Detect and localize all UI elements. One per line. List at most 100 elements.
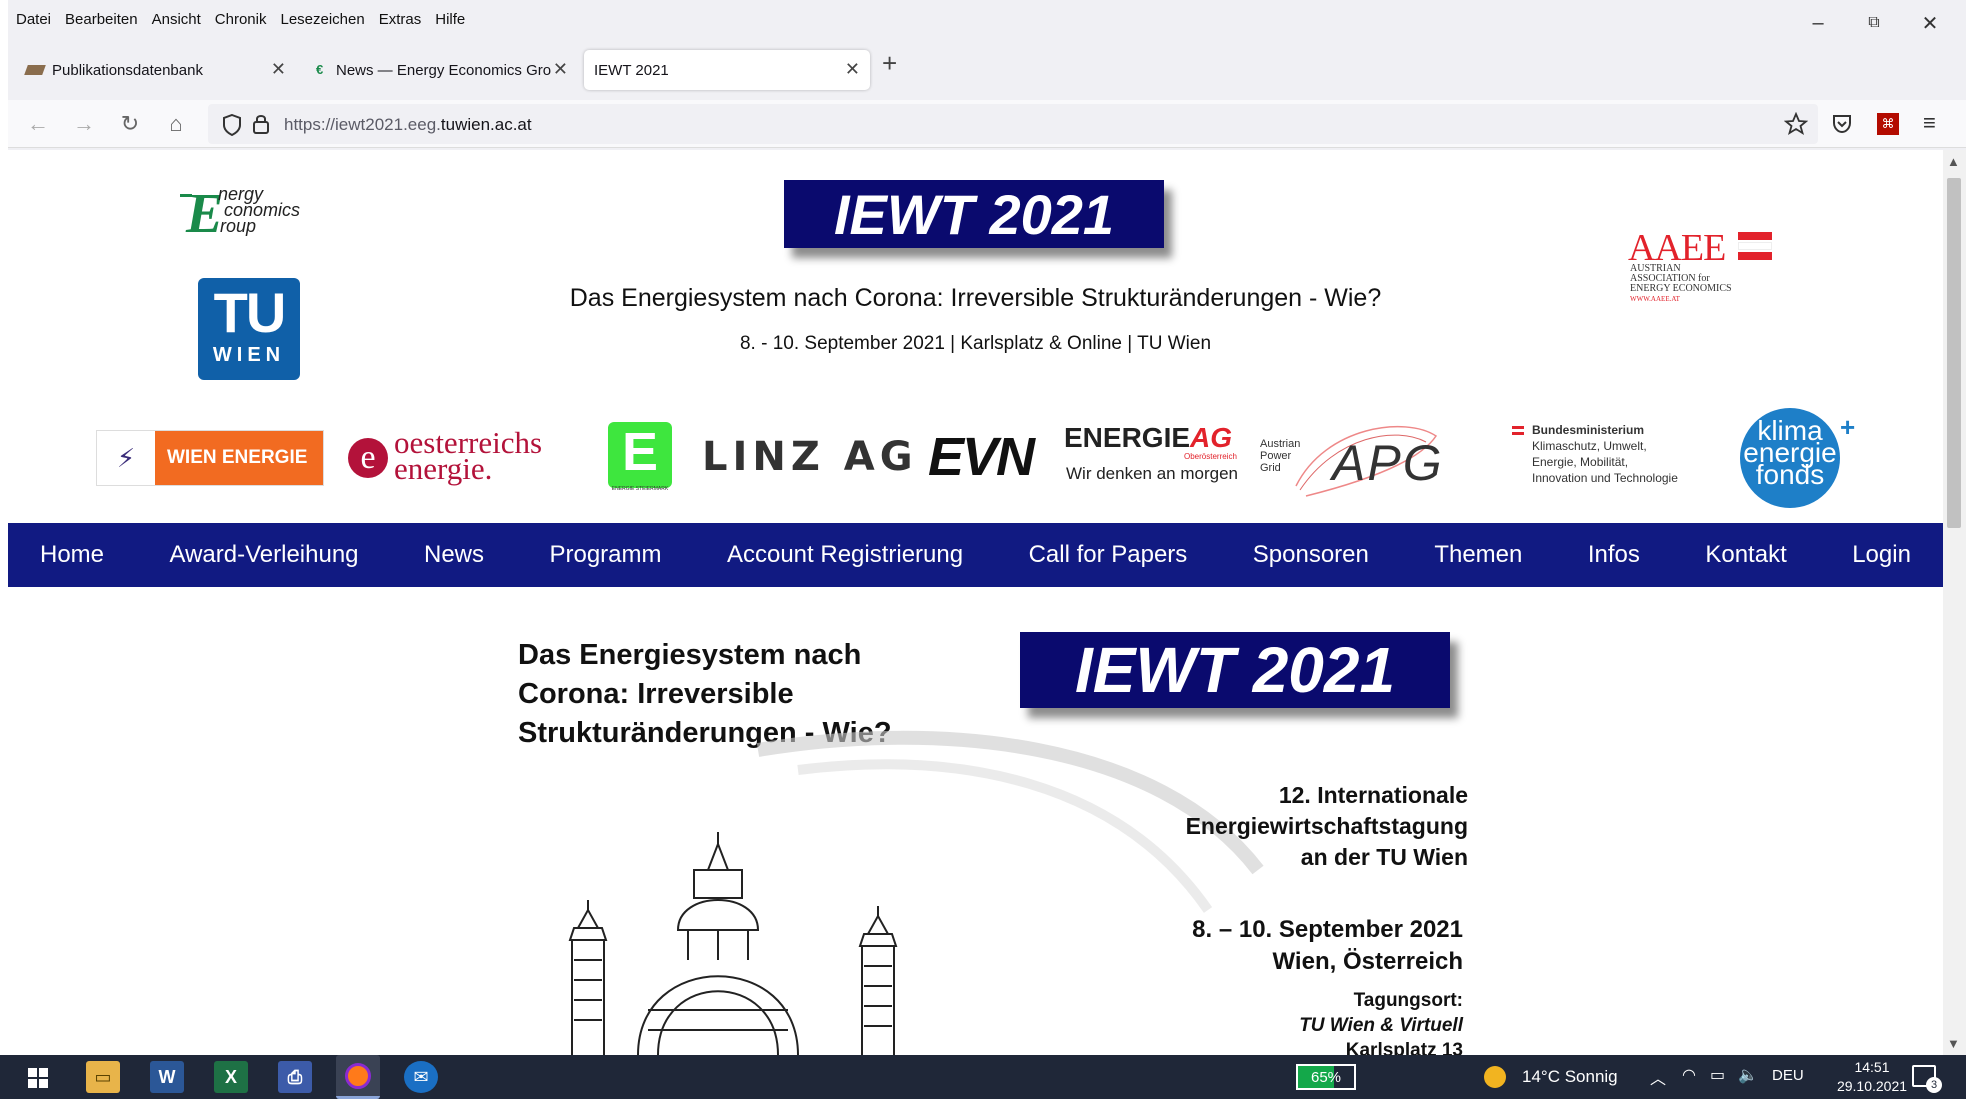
nav-infos[interactable]: Infos [1588, 541, 1640, 569]
tab-news-eeg[interactable]: € News — Energy Economics Gro ✕ [306, 50, 578, 90]
restore-button[interactable]: ⧉ [1854, 6, 1894, 40]
scrollbar-thumb[interactable] [1947, 178, 1961, 528]
nav-programm[interactable]: Programm [549, 541, 661, 569]
sponsor-evn[interactable]: EVN [928, 426, 1035, 488]
eeg-logo-text: nergy conomics roup [218, 184, 301, 236]
windows-taskbar: ▭ W X ⎙ ✉ 65% 14°C Sonnig ︿ ◠ ▭ 🔈 DEU 14… [0, 1055, 1966, 1099]
sponsor-energie-steiermark[interactable]: E [608, 422, 672, 488]
energie-ag-slogan: Wir denken an morgen [1066, 464, 1238, 483]
bookmark-star-icon[interactable] [1784, 112, 1808, 136]
url-bar[interactable]: https://iewt2021.eeg.tuwien.ac.at [208, 104, 1818, 144]
sponsor-bundesministerium[interactable]: Bundesministerium Klimaschutz, Umwelt, E… [1512, 422, 1732, 492]
apg-small-text: Austrian Power Grid [1260, 438, 1301, 474]
nav-call-for-papers[interactable]: Call for Papers [1029, 541, 1188, 569]
minimize-button[interactable]: – [1798, 6, 1838, 40]
nav-login[interactable]: Login [1852, 541, 1911, 569]
nav-home[interactable]: Home [40, 541, 104, 569]
scroll-down-icon[interactable]: ▼ [1947, 1036, 1960, 1051]
poster-conference-name: 12. Internationale Energiewirtschaftstag… [1185, 782, 1468, 870]
outlook-icon[interactable]: ✉ [404, 1061, 438, 1093]
scanner-app-icon[interactable]: ⎙ [278, 1061, 312, 1093]
nav-kontakt[interactable]: Kontakt [1705, 541, 1786, 569]
tab-strip: Publikationsdatenbank ✕ € News — Energy … [8, 40, 1966, 100]
iewt-banner: IEWT 2021 [784, 180, 1164, 248]
file-explorer-icon[interactable]: ▭ [86, 1061, 120, 1093]
ministry-text: Bundesministerium Klimaschutz, Umwelt, E… [1532, 423, 1678, 485]
menu-extras[interactable]: Extras [379, 11, 422, 28]
pocket-icon[interactable] [1831, 113, 1853, 135]
tab-label: News — Energy Economics Gro [336, 61, 552, 79]
sponsor-klima-energie-fonds[interactable]: klima energie fonds [1740, 408, 1840, 508]
menu-lesezeichen[interactable]: Lesezeichen [280, 11, 364, 28]
eeg-logo[interactable]: E nergy conomics roup [180, 164, 340, 254]
sponsor-oesterreichs-energie[interactable]: e oesterreichs energie. [348, 425, 584, 488]
tab-close-icon[interactable]: ✕ [271, 59, 286, 80]
forward-button[interactable]: → [70, 110, 98, 138]
karlskirche-sketch [568, 832, 898, 1055]
menu-bearbeiten[interactable]: Bearbeiten [65, 11, 138, 28]
nav-award-verleihung[interactable]: Award-Verleihung [170, 541, 359, 569]
home-button[interactable]: ⌂ [162, 110, 190, 138]
aaee-logo-subtext: AUSTRIAN ASSOCIATION for ENERGY ECONOMIC… [1630, 263, 1732, 304]
back-button[interactable]: ← [24, 110, 52, 138]
nav-themen[interactable]: Themen [1434, 541, 1522, 569]
firefox-icon [345, 1062, 371, 1089]
menu-hilfe[interactable]: Hilfe [435, 11, 465, 28]
klima-plus-icon: + [1840, 412, 1856, 442]
browser-chrome: Datei Bearbeiten Ansicht Chronik Lesezei… [8, 0, 1966, 150]
shield-icon[interactable] [222, 114, 242, 136]
menu-chronik[interactable]: Chronik [215, 11, 267, 28]
energie-ag-text: ENERGIEAG [1064, 422, 1233, 453]
sun-weather-icon[interactable] [1484, 1066, 1506, 1088]
windows-start-icon[interactable] [28, 1068, 48, 1088]
nav-sponsoren[interactable]: Sponsoren [1253, 541, 1369, 569]
firefox-taskbar-button[interactable] [336, 1055, 380, 1099]
menu-ansicht[interactable]: Ansicht [152, 11, 201, 28]
clock[interactable]: 14:51 29.10.2021 [1834, 1058, 1910, 1096]
volume-icon[interactable]: 🔈 [1738, 1065, 1758, 1085]
tab-close-icon[interactable]: ✕ [845, 59, 860, 80]
page-scrollbar[interactable]: ▲ ▼ [1943, 150, 1966, 1055]
hamburger-menu-icon[interactable]: ≡ [1923, 110, 1936, 136]
poster-iewt-banner: IEWT 2021 [1020, 632, 1450, 708]
scroll-up-icon[interactable]: ▲ [1947, 154, 1960, 169]
sponsor-linz-ag[interactable]: LINZ AG [702, 434, 918, 480]
battery-tray-icon[interactable]: ▭ [1710, 1065, 1725, 1085]
aaee-logo[interactable]: AAEE AUSTRIAN ASSOCIATION for ENERGY ECO… [1628, 226, 1788, 316]
e-steiermark-sub: ENERGIE STEIERMARK [611, 486, 669, 492]
word-icon[interactable]: W [150, 1061, 184, 1093]
oe-text: oesterreichs energie. [394, 425, 543, 486]
aaee-flag-stripe [1738, 252, 1772, 260]
tab-iewt-2021[interactable]: IEWT 2021 ✕ [584, 50, 870, 90]
tab-publikationsdatenbank[interactable]: Publikationsdatenbank ✕ [16, 50, 296, 90]
main-navigation: Home Award-Verleihung News Programm Acco… [8, 523, 1943, 587]
notification-center-icon[interactable]: 3 [1912, 1065, 1942, 1093]
language-indicator[interactable]: DEU [1772, 1067, 1804, 1084]
conference-poster: Das Energiesystem nach Corona: Irreversi… [498, 620, 1478, 1055]
tray-chevron-icon[interactable]: ︿ [1650, 1065, 1666, 1089]
wien-energie-icon: ⚡ [97, 431, 155, 485]
tab-close-icon[interactable]: ✕ [552, 59, 568, 80]
reload-button[interactable]: ↻ [116, 110, 144, 138]
nav-toolbar: ← → ↻ ⌂ https://iewt2021.eeg.tuwien.ac.a… [8, 100, 1966, 148]
tab-label: Publikationsdatenbank [52, 61, 203, 79]
tab-favicon-icon [24, 65, 46, 75]
pdf-extension-icon[interactable]: ⌘ [1877, 113, 1899, 135]
nav-news[interactable]: News [424, 541, 484, 569]
excel-icon[interactable]: X [214, 1061, 248, 1093]
url-text[interactable]: https://iewt2021.eeg.tuwien.ac.at [284, 115, 532, 135]
menu-datei[interactable]: Datei [16, 11, 51, 28]
sponsor-apg[interactable]: Austrian Power Grid APG [1260, 416, 1460, 500]
new-tab-button[interactable]: + [882, 48, 897, 79]
sponsor-energie-ag[interactable]: ENERGIEAG Oberösterreich Wir denken an m… [1064, 422, 1244, 492]
weather-text[interactable]: 14°C Sonnig [1522, 1067, 1618, 1087]
close-window-button[interactable]: ✕ [1910, 6, 1950, 40]
conference-dateline: 8. - 10. September 2021 | Karlsplatz & O… [739, 333, 1212, 354]
tab-label: IEWT 2021 [594, 61, 669, 79]
lock-icon[interactable] [252, 113, 270, 135]
battery-indicator[interactable]: 65% [1296, 1064, 1356, 1090]
wifi-icon[interactable]: ◠ [1682, 1065, 1696, 1085]
nav-account-registrierung[interactable]: Account Registrierung [727, 541, 963, 569]
aaee-flag-stripe [1738, 242, 1772, 250]
sponsor-wien-energie[interactable]: ⚡ WIEN ENERGIE [96, 430, 324, 486]
